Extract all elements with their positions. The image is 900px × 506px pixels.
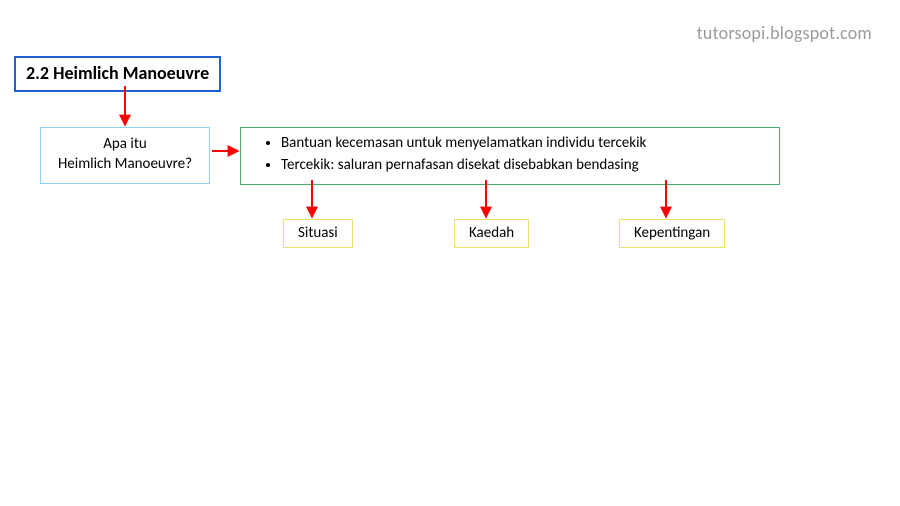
watermark-text: tutorsopi.blogspot.com (697, 22, 872, 44)
definition-bullet-1: Bantuan kecemasan untuk menyelamatkan in… (281, 133, 773, 155)
child-node-situasi: Situasi (283, 219, 353, 248)
definition-bullet-2: Tercekik: saluran pernafasan disekat dis… (281, 155, 773, 177)
question-node: Apa itu Heimlich Manoeuvre? (40, 127, 210, 184)
question-line2: Heimlich Manoeuvre? (58, 155, 192, 173)
child-label-situasi: Situasi (298, 224, 338, 242)
section-title: 2.2 Heimlich Manoeuvre (26, 62, 209, 84)
child-node-kaedah: Kaedah (454, 219, 529, 248)
section-title-box: 2.2 Heimlich Manoeuvre (14, 56, 221, 92)
child-label-kepentingan: Kepentingan (634, 224, 710, 242)
definition-node: Bantuan kecemasan untuk menyelamatkan in… (240, 127, 780, 185)
question-line1: Apa itu (103, 135, 146, 153)
definition-list: Bantuan kecemasan untuk menyelamatkan in… (247, 133, 773, 177)
child-node-kepentingan: Kepentingan (619, 219, 725, 248)
child-label-kaedah: Kaedah (469, 224, 514, 242)
